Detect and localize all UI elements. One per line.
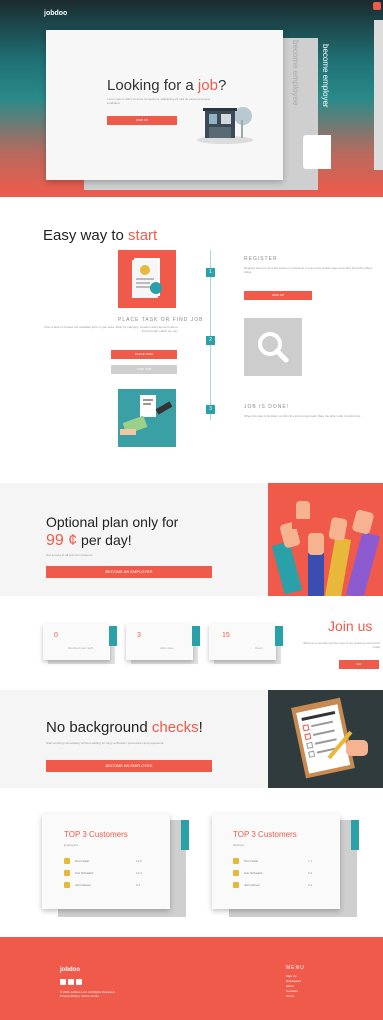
step-2-title: PLACE TASK OR FIND JOB bbox=[118, 317, 204, 323]
footer-menu-item[interactable]: About bbox=[286, 984, 294, 988]
customer-name[interactable]: Tom Nolan bbox=[75, 859, 89, 863]
step-2-text: Post a task or browse the available jobs… bbox=[44, 325, 178, 333]
hero-side-panel bbox=[374, 20, 383, 170]
stat-card-users bbox=[209, 624, 276, 660]
stat-card-members bbox=[43, 624, 110, 660]
step-1-title: REGISTER bbox=[244, 256, 278, 262]
footer-menu-item[interactable]: Terms bbox=[286, 994, 294, 998]
customer-name[interactable]: John Rosen bbox=[244, 883, 260, 887]
footer-menu-item[interactable]: Employees bbox=[286, 979, 301, 983]
stat-card-jobs bbox=[126, 624, 193, 660]
hero-title: Looking for a job? bbox=[107, 77, 227, 94]
resume-tile bbox=[118, 250, 176, 308]
stat-label: Users bbox=[255, 646, 263, 650]
find-job-button[interactable]: FIND JOB bbox=[111, 365, 177, 374]
resume-icon bbox=[132, 258, 162, 298]
top-customers-card-employers bbox=[42, 814, 170, 909]
customer-value: 7.1 bbox=[308, 859, 313, 863]
customer-name[interactable]: Tom Nolan bbox=[244, 859, 258, 863]
step-2-number: 2 bbox=[206, 336, 215, 345]
plan-subtitle: Get access to all premium features bbox=[46, 553, 93, 557]
footer-logo[interactable]: jobdoo bbox=[60, 967, 80, 973]
customer-value: 10.4 bbox=[136, 871, 142, 875]
customers-card-tab bbox=[181, 820, 189, 850]
customer-value: 6.9 bbox=[308, 871, 313, 875]
customer-name[interactable]: Ann Schwartz bbox=[75, 871, 94, 875]
step-3-number: 3 bbox=[206, 405, 215, 414]
checklist-icon bbox=[291, 697, 368, 779]
search-tile bbox=[244, 318, 302, 376]
customer-name[interactable]: Ann Schwartz bbox=[244, 871, 263, 875]
customer-value: 12.8 bbox=[136, 859, 142, 863]
join-go-button[interactable]: GO bbox=[339, 660, 379, 669]
step-3-text: When the task is finished, confirm the j… bbox=[244, 414, 362, 418]
stat-value: 15 bbox=[222, 632, 230, 639]
customers-subtitle: Employers bbox=[64, 843, 79, 847]
footer-copyright: © 2021 Jobdoo LLC. All Rights Reserved. P… bbox=[60, 990, 116, 998]
hero-signup-button[interactable]: SIGN UP bbox=[107, 116, 177, 125]
stat-value: 3 bbox=[137, 632, 141, 639]
customer-icon bbox=[233, 858, 239, 864]
checks-title: No background checks! bbox=[46, 719, 203, 736]
house-illustration bbox=[197, 107, 253, 144]
customer-name[interactable]: John Rosen bbox=[75, 883, 91, 887]
top-customers-card-workers bbox=[212, 814, 340, 909]
thumbs-up-illustration bbox=[268, 483, 383, 596]
become-employer-button[interactable]: BECOME AN EMPLOYER bbox=[46, 566, 212, 578]
logo[interactable]: jobdoo bbox=[44, 10, 67, 17]
checklist-illustration bbox=[268, 690, 383, 788]
customer-icon bbox=[233, 882, 239, 888]
customers-title: TOP 3 Customers bbox=[233, 830, 297, 839]
customer-value: 6.2 bbox=[308, 883, 313, 887]
become-employer-label[interactable]: become employer bbox=[321, 44, 330, 108]
step-1-number: 1 bbox=[206, 268, 215, 277]
step-3-title: JOB IS DONE! bbox=[244, 404, 290, 410]
place-task-button[interactable]: PLACE TASK bbox=[111, 350, 177, 359]
step-1-text: Register account as a job seeker or empl… bbox=[244, 266, 373, 274]
customer-icon bbox=[64, 882, 70, 888]
footer-menu-title: MENU bbox=[286, 965, 305, 971]
become-employee-button[interactable]: BECOME AN EMPLOYEE bbox=[46, 760, 212, 772]
corner-badge[interactable] bbox=[373, 2, 381, 10]
customer-icon bbox=[64, 870, 70, 876]
van-illustration bbox=[303, 135, 331, 169]
join-us-text: Become a member and be part of our growi… bbox=[303, 641, 380, 649]
stat-card-tab bbox=[275, 626, 283, 646]
customer-icon bbox=[233, 870, 239, 876]
plan-title: Optional plan only for 99 ¢ per day! bbox=[46, 514, 179, 549]
step-1-signup-button[interactable]: SIGN UP bbox=[244, 291, 312, 300]
stat-label: Jobs done bbox=[160, 646, 174, 650]
become-employee-label[interactable]: become employee bbox=[291, 40, 300, 105]
footer bbox=[0, 937, 383, 1020]
youtube-icon[interactable] bbox=[76, 979, 82, 985]
customers-card-tab bbox=[351, 820, 359, 850]
checks-subtitle: Start working immediately without waitin… bbox=[46, 741, 165, 745]
footer-menu-item[interactable]: Contacts bbox=[286, 989, 298, 993]
customer-icon bbox=[64, 858, 70, 864]
stat-card-tab bbox=[192, 626, 200, 646]
customers-title: TOP 3 Customers bbox=[64, 830, 128, 839]
stat-value: 0 bbox=[54, 632, 58, 639]
stat-label: Members last night bbox=[68, 646, 94, 650]
facebook-icon[interactable] bbox=[60, 979, 66, 985]
customers-subtitle: Workers bbox=[233, 843, 245, 847]
instagram-icon[interactable] bbox=[68, 979, 74, 985]
customer-value: 9.6 bbox=[136, 883, 141, 887]
footer-menu-item[interactable]: Sign Up bbox=[286, 974, 297, 978]
stat-card-tab bbox=[109, 626, 117, 646]
payment-icon bbox=[120, 395, 173, 435]
join-us-title: Join us bbox=[328, 618, 373, 634]
easy-way-title: Easy way to start bbox=[43, 227, 158, 244]
search-icon bbox=[258, 332, 289, 363]
thumbs-up-icon bbox=[271, 501, 380, 596]
money-tile bbox=[118, 389, 176, 447]
checks-section bbox=[0, 690, 270, 788]
